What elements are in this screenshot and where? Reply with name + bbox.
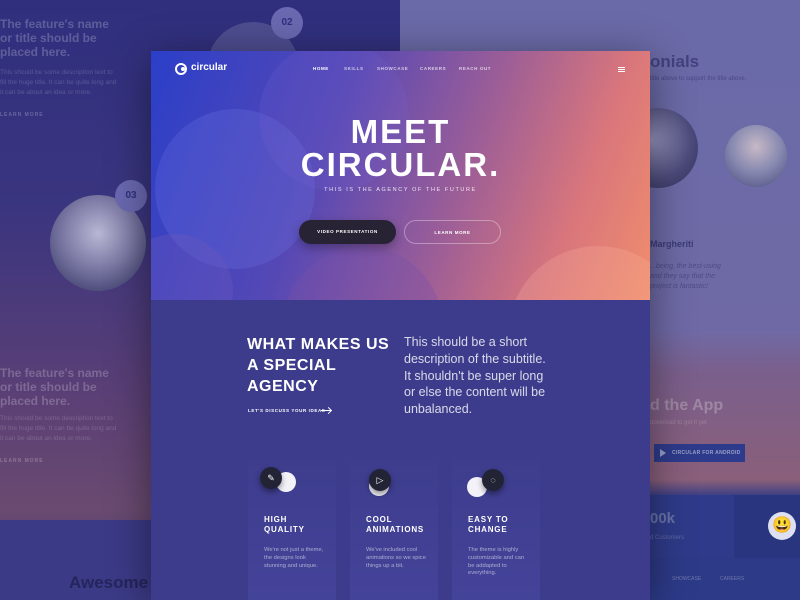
feature-description: The theme is highly customizable and can…	[468, 547, 525, 577]
testimonials-subtitle: title above to support the title above.	[650, 76, 747, 82]
stat-value: 00k	[650, 510, 676, 527]
learn-more-link-bottom[interactable]: LEARN MORE	[0, 458, 44, 464]
testimonial-photo-2	[725, 125, 787, 187]
dotted-circle-icon: ◌	[482, 469, 504, 491]
logo-text[interactable]: circular	[191, 62, 227, 73]
feature-title-line2: QUALITY	[264, 525, 305, 534]
arrow-right-icon[interactable]	[321, 410, 331, 411]
feature-title-line2: CHANGE	[468, 525, 508, 534]
testimonials-title: onials	[650, 52, 700, 71]
testimonial-quote: ...being, the best-using and they say th…	[650, 263, 721, 290]
hero-title-line1: MEET	[350, 113, 451, 150]
brush-icon: ✎	[260, 467, 282, 489]
nav-item-showcase[interactable]: SHOWCASE	[377, 66, 408, 71]
feature-description: We've included cool animations so we spi…	[366, 547, 426, 569]
awesome-heading: Awesome	[69, 573, 149, 592]
footer-item-showcase[interactable]: SHOWCASE	[672, 576, 701, 582]
feature-title-line1: COOL	[366, 515, 393, 524]
top-navigation: circular HOME SKILLS SHOWCASE CAREERS RE…	[151, 62, 650, 77]
play-store-icon	[660, 449, 666, 457]
hero-subtitle: THIS IS THE AGENCY OF THE FUTURE	[324, 187, 477, 193]
nav-item-home[interactable]: HOME	[313, 66, 329, 71]
about-title: WHAT MAKES US A SPECIAL AGENCY	[247, 336, 390, 395]
main-page-card: circular HOME SKILLS SHOWCASE CAREERS RE…	[151, 51, 650, 600]
feature-title-line1: HIGH	[264, 515, 288, 524]
nav-item-skills[interactable]: SKILLS	[344, 66, 364, 71]
chat-emoji-button[interactable]: 😃	[768, 512, 796, 540]
learn-more-button[interactable]: LEARN MORE	[404, 220, 501, 244]
testimonial-name: Margheriti	[650, 239, 694, 249]
stat-label: d Customers	[650, 535, 685, 541]
feature-description: We're not just a theme, the designs look…	[264, 547, 324, 569]
discuss-ideas-link[interactable]: LET'S DISCUSS YOUR IDEAS	[248, 408, 325, 413]
smiley-icon: 😃	[772, 517, 792, 534]
footer-item-careers[interactable]: CAREERS	[720, 576, 744, 582]
about-description: This should be a short description of th…	[404, 335, 546, 417]
feature-title: HIGH QUALITY	[264, 515, 305, 535]
app-title: d the App	[650, 397, 724, 414]
android-button[interactable]: CIRCULAR FOR ANDROID	[654, 444, 745, 462]
hero-bubble-bottom-right	[508, 246, 650, 300]
feature-title-bottom: The feature's name or title should be pl…	[0, 366, 109, 408]
feature-title-line1: EASY TO	[468, 515, 509, 524]
video-presentation-button[interactable]: VIDEO PRESENTATION	[299, 220, 396, 244]
step-badge-03: 03	[115, 180, 147, 212]
step-badge-02: 02	[271, 7, 303, 39]
about-section: WHAT MAKES US A SPECIAL AGENCY LET'S DIS…	[151, 300, 650, 453]
play-icon: ▷	[369, 469, 391, 491]
hero-section: circular HOME SKILLS SHOWCASE CAREERS RE…	[151, 51, 650, 300]
hero-title-line2: CIRCULAR.	[300, 146, 501, 183]
feature-title-top: The feature's name or title should be pl…	[0, 17, 109, 59]
feature-text-top: This should be some description text to …	[0, 69, 117, 96]
hero-bubble-bottom-center	[283, 247, 443, 300]
nav-item-reach-out[interactable]: REACH OUT	[459, 66, 491, 71]
hero-title: MEET CIRCULAR.	[151, 115, 650, 181]
feature-card-cool-animations: ▷ COOL ANIMATIONS We've included cool an…	[350, 452, 438, 600]
app-subtitle: download to get it yet	[650, 420, 707, 426]
circular-logo-icon[interactable]	[175, 63, 187, 75]
feature-title: EASY TO CHANGE	[468, 515, 508, 535]
nav-item-careers[interactable]: CAREERS	[420, 66, 446, 71]
hamburger-menu-icon[interactable]	[618, 67, 625, 72]
feature-title-line2: ANIMATIONS	[366, 525, 425, 534]
features-section: ✎ HIGH QUALITY We're not just a theme, t…	[151, 452, 650, 600]
feature-title: COOL ANIMATIONS	[366, 515, 424, 535]
android-button-label: CIRCULAR FOR ANDROID	[672, 450, 741, 456]
feature-card-easy-to-change: ◌ EASY TO CHANGE The theme is highly cus…	[452, 452, 540, 600]
feature-card-high-quality: ✎ HIGH QUALITY We're not just a theme, t…	[248, 452, 336, 600]
learn-more-link-top[interactable]: LEARN MORE	[0, 112, 44, 118]
feature-text-bottom: This should be some description text to …	[0, 415, 117, 442]
